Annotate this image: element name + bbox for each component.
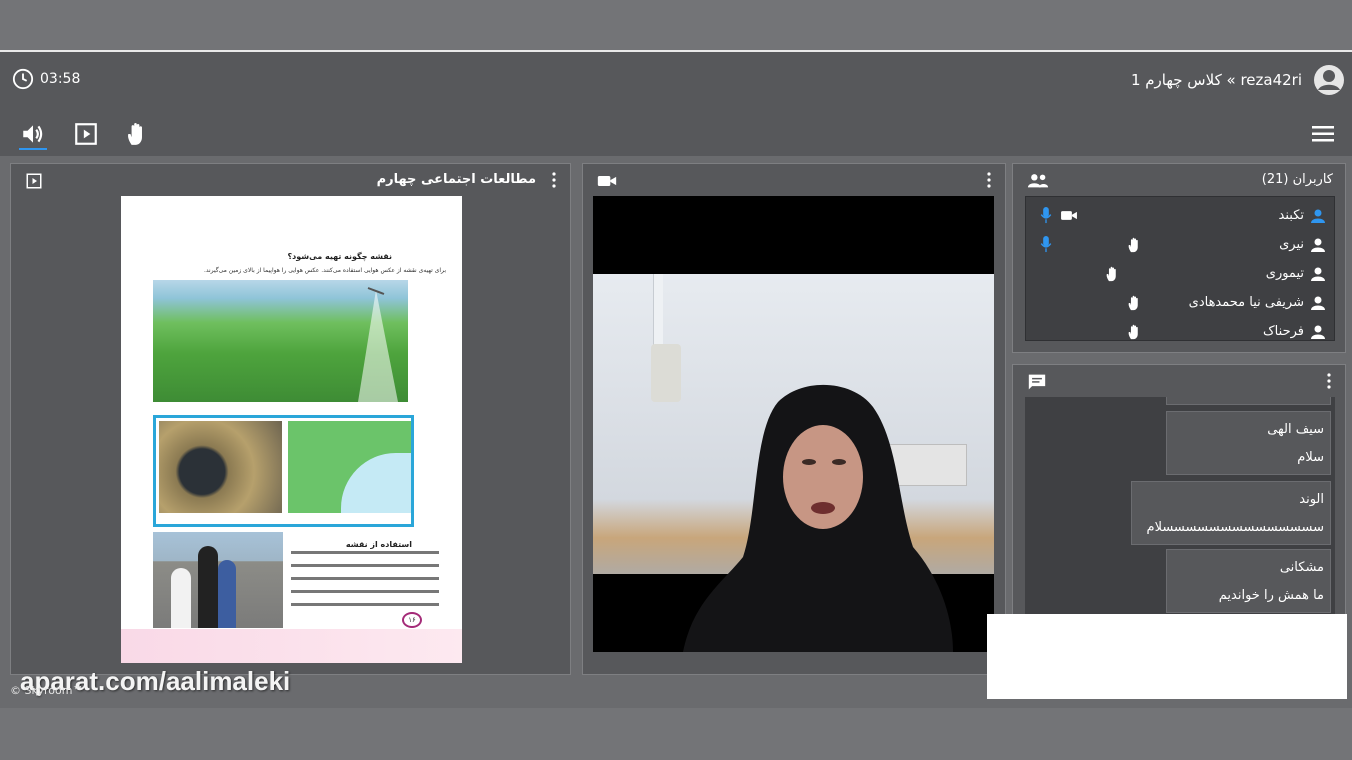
teacher-video[interactable] (593, 196, 994, 652)
user-row[interactable]: نیری (1026, 230, 1334, 259)
mic-icon[interactable] (1040, 207, 1052, 224)
users-icon (1027, 174, 1049, 188)
document-page: نقشه چگونه تهیه می‌شود؟ برای تهیه‌ی نقشه… (121, 196, 462, 663)
camera-icon[interactable] (597, 173, 617, 189)
copyright: © Skyroom™ (10, 684, 84, 697)
mic-icon[interactable] (1040, 236, 1052, 253)
page-number: ۱۶ (402, 612, 422, 628)
photo-person (171, 568, 191, 628)
presentation-icon[interactable] (25, 172, 43, 190)
video-frame (593, 274, 994, 652)
timer-value: 03:58 (40, 71, 81, 87)
raise-hand-icon (1128, 237, 1138, 253)
page-heading: نقشه چگونه تهیه می‌شود؟ (287, 252, 392, 261)
camera-beam-illustration (358, 287, 398, 402)
chat-message-text: سسسسسسسسسسسسسسلام (1146, 520, 1324, 535)
user-name: نیری (1279, 237, 1304, 252)
user-icon (1311, 267, 1325, 281)
header: 03:58 reza42ri » کلاس چهارم 1 (0, 52, 1352, 108)
chat-message-partial (1166, 397, 1331, 405)
footer-strip (0, 708, 1352, 760)
raise-hand-icon (1106, 266, 1116, 282)
aerial-photo (159, 421, 282, 513)
browser-strip (0, 0, 1352, 50)
users-panel: کاربران (21) تکبند نیری تیموری شریفی نیا مح… (1012, 163, 1346, 353)
users-panel-header: کاربران (21) (1013, 164, 1345, 196)
users-panel-title: کاربران (21) (1261, 172, 1333, 187)
user-row[interactable]: تکبند (1026, 201, 1334, 230)
page-footer-decoration (121, 629, 462, 663)
user-row[interactable]: شریفی نیا محمدهادی (1026, 288, 1334, 317)
user-name: تکبند (1278, 208, 1304, 223)
avatar-icon[interactable] (1313, 64, 1345, 96)
chat-message: سیف الهی سلام (1166, 411, 1331, 475)
chat-message-author: مشکانی (1279, 560, 1324, 575)
raise-hand-icon (1128, 324, 1138, 340)
teacher-figure (683, 384, 953, 652)
family-photo (153, 532, 283, 628)
session-timer: 03:58 (12, 68, 80, 90)
chat-message: الوند سسسسسسسسسسسسسسلام (1131, 481, 1331, 545)
presentation-title: مطالعات اجتماعی چهارم (376, 172, 536, 187)
photo-person (218, 560, 236, 628)
map-comparison-figure (153, 415, 414, 527)
user-row[interactable]: تیموری (1026, 259, 1334, 288)
chat-message-author: سیف الهی (1267, 422, 1324, 437)
vector-map (288, 421, 411, 513)
raise-hand-icon (1128, 295, 1138, 311)
page-paragraph (291, 551, 439, 616)
page-text-line: برای تهیه‌ی نقشه از عکس هوایی استفاده می… (203, 267, 446, 274)
map-water (341, 453, 411, 513)
user-name: شریفی نیا محمدهادی (1188, 295, 1304, 310)
menu-icon[interactable] (1312, 126, 1334, 142)
wall-intercom (651, 344, 681, 402)
active-tool-indicator (19, 148, 47, 150)
user-icon (1311, 238, 1325, 252)
toolbar (0, 108, 1352, 156)
user-row[interactable]: فرحناک (1026, 317, 1334, 340)
more-options-icon[interactable] (552, 172, 556, 188)
user-icon (1311, 325, 1325, 339)
chat-messages[interactable]: سیف الهی سلام الوند سسسسسسسسسسسسسسلام مش… (1025, 397, 1335, 622)
presentation-panel: مطالعات اجتماعی چهارم نقشه چگونه تهیه می… (10, 163, 571, 675)
more-options-icon[interactable] (987, 172, 991, 188)
user-icon (1311, 296, 1325, 310)
page-subheading: استفاده از نقشه (345, 540, 412, 549)
chat-icon[interactable] (1027, 373, 1047, 391)
speaker-icon[interactable] (20, 121, 46, 147)
blank-overlay (987, 614, 1347, 699)
more-options-icon[interactable] (1327, 373, 1331, 389)
presentation-panel-header: مطالعات اجتماعی چهارم (11, 164, 570, 196)
user-name: تیموری (1265, 266, 1304, 281)
raise-hand-icon[interactable] (124, 121, 150, 147)
aerial-landscape-illustration (153, 280, 408, 402)
video-panel (582, 163, 1006, 675)
presentation-icon[interactable] (73, 121, 99, 147)
chat-message: مشکانی ما همش را خواندیم (1166, 549, 1331, 613)
chat-message-text: ما همش را خواندیم (1218, 588, 1324, 603)
user-icon (1311, 209, 1325, 223)
chat-message-text: سلام (1297, 450, 1324, 465)
clock-icon (12, 68, 34, 90)
room-breadcrumb: reza42ri » کلاس چهارم 1 (1130, 71, 1302, 89)
user-name: فرحناک (1263, 324, 1304, 339)
users-list[interactable]: تکبند نیری تیموری شریفی نیا محمدهادی فرحناک (1025, 196, 1335, 341)
chat-message-author: الوند (1299, 492, 1324, 507)
chat-panel-header (1013, 365, 1345, 397)
camera-icon[interactable] (1060, 209, 1078, 222)
photo-person (198, 546, 218, 628)
video-panel-header (583, 164, 1005, 196)
